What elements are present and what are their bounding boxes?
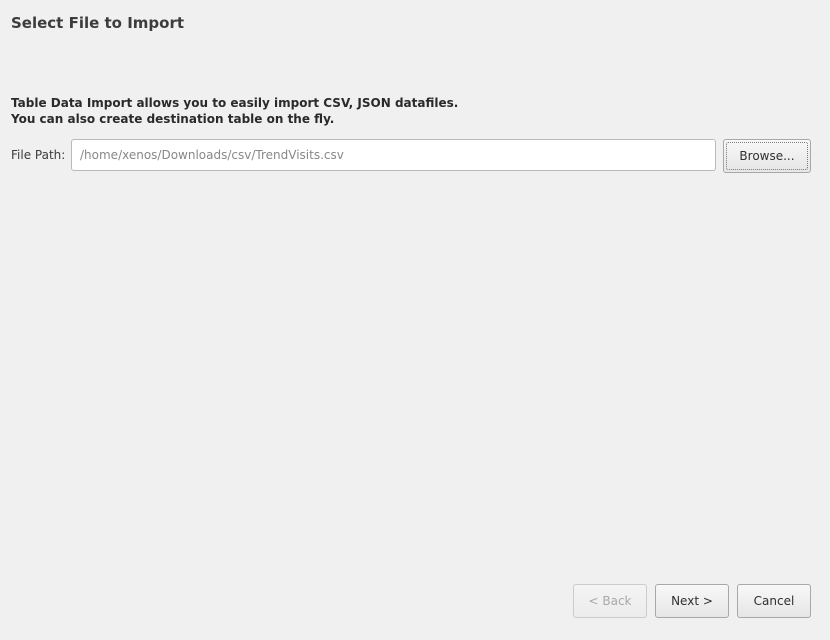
browse-button-label: Browse...	[739, 149, 795, 163]
file-path-label: File Path:	[11, 148, 66, 162]
browse-button[interactable]: Browse...	[723, 139, 811, 173]
description: Table Data Import allows you to easily i…	[11, 95, 458, 127]
cancel-button[interactable]: Cancel	[737, 584, 811, 618]
file-path-input[interactable]	[71, 139, 716, 171]
description-line-2: You can also create destination table on…	[11, 112, 335, 126]
next-button[interactable]: Next >	[655, 584, 729, 618]
file-path-row: File Path: Browse...	[11, 139, 811, 173]
back-button[interactable]: < Back	[573, 584, 647, 618]
description-line-1: Table Data Import allows you to easily i…	[11, 96, 459, 110]
import-wizard-page: Select File to Import Table Data Import …	[0, 0, 830, 640]
page-title: Select File to Import	[11, 14, 185, 32]
